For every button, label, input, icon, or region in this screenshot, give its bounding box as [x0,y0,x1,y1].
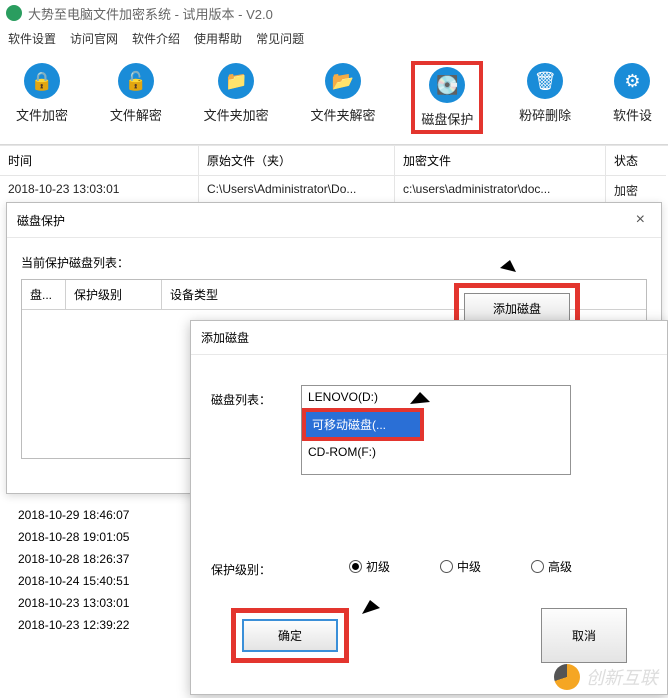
disk-listbox[interactable]: LENOVO(D:) 可移动磁盘(... CD-ROM(F:) [301,385,571,475]
menu-about[interactable]: 软件介绍 [132,30,180,47]
app-title: 大势至电脑文件加密系统 - 试用版本 - V2.0 [28,4,273,23]
watermark: 创新互联 [554,664,658,690]
list-item[interactable]: 2018-10-24 15:40:51 [12,570,135,592]
list-item[interactable]: 2018-10-28 19:01:05 [12,526,135,548]
menubar: 软件设置 访问官网 软件介绍 使用帮助 常见问题 [0,26,668,55]
tool-folder-encrypt[interactable]: 📁 文件夹加密 [198,61,275,134]
list-item[interactable]: 2018-10-28 18:26:37 [12,548,135,570]
radio-icon [440,560,453,573]
col-orig-value: C:\Users\Administrator\Do... [199,176,394,202]
toolbar: 🔒 文件加密 🔓 文件解密 📁 文件夹加密 📂 文件夹解密 💽 磁盘保护 🗑 粉… [0,55,668,145]
main-table: 时间 2018-10-23 13:03:01 原始文件（夹） C:\Users\… [0,145,668,205]
dialog-add-disk: 添加磁盘 磁盘列表： LENOVO(D:) 可移动磁盘(... CD-ROM(F… [190,320,668,695]
level-label: 保护级别： [211,555,299,578]
radio-basic[interactable]: 初级 [349,558,390,575]
col-enc-header[interactable]: 加密文件 [395,146,605,176]
protect-th-level[interactable]: 保护级别 [66,280,162,309]
ok-highlight: 确定 [231,608,349,663]
app-icon [6,5,22,21]
file-decrypt-icon: 🔓 [118,63,154,99]
menu-settings[interactable]: 软件设置 [8,30,56,47]
col-state-header[interactable]: 状态 [606,146,666,176]
menu-website[interactable]: 访问官网 [70,30,118,47]
col-enc-value: c:\users\administrator\doc... [395,176,605,202]
disk-item-cdrom[interactable]: CD-ROM(F:) [302,441,570,463]
tool-settings[interactable]: ⚙ 软件设 [607,61,658,134]
list-item[interactable]: 2018-10-23 13:03:01 [12,592,135,614]
shred-delete-icon: 🗑 [527,63,563,99]
col-time-header[interactable]: 时间 [0,146,198,176]
protect-th-drive[interactable]: 盘... [22,280,66,309]
tool-file-encrypt[interactable]: 🔒 文件加密 [10,61,74,134]
disk-list-label: 磁盘列表： [211,385,301,408]
col-orig-header[interactable]: 原始文件（夹） [199,146,394,176]
close-icon[interactable]: × [630,211,651,229]
settings-icon: ⚙ [614,63,650,99]
menu-help[interactable]: 使用帮助 [194,30,242,47]
radio-icon [531,560,544,573]
col-state-value: 加密 [606,176,666,205]
disk-item-lenovo[interactable]: LENOVO(D:) [302,386,570,408]
disk-protect-icon: 💽 [429,67,465,103]
folder-encrypt-icon: 📁 [218,63,254,99]
watermark-icon [554,664,580,690]
radio-medium[interactable]: 中级 [440,558,481,575]
tool-disk-protect[interactable]: 💽 磁盘保护 [411,61,483,134]
list-item[interactable]: 2018-10-23 12:39:22 [12,614,135,636]
tool-folder-decrypt[interactable]: 📂 文件夹解密 [304,61,381,134]
disk-item-highlight: 可移动磁盘(... [302,408,424,441]
titlebar: 大势至电脑文件加密系统 - 试用版本 - V2.0 [0,0,668,26]
cancel-button[interactable]: 取消 [541,608,627,663]
list-item[interactable]: 2018-10-29 18:46:07 [12,504,135,526]
menu-faq[interactable]: 常见问题 [256,30,304,47]
radio-high[interactable]: 高级 [531,558,572,575]
dialog-protect-title: 磁盘保护 [17,212,65,229]
tool-shred-delete[interactable]: 🗑 粉碎删除 [513,61,577,134]
col-time-value: 2018-10-23 13:03:01 [0,176,198,202]
ok-button[interactable]: 确定 [242,619,338,652]
folder-decrypt-icon: 📂 [325,63,361,99]
radio-icon [349,560,362,573]
protect-list-label: 当前保护磁盘列表： [21,254,647,271]
tool-file-decrypt[interactable]: 🔓 文件解密 [104,61,168,134]
time-list: 2018-10-29 18:46:07 2018-10-28 19:01:05 … [12,504,135,636]
file-encrypt-icon: 🔒 [24,63,60,99]
dialog-add-title: 添加磁盘 [201,329,249,346]
disk-item-removable[interactable]: 可移动磁盘(... [306,412,420,437]
